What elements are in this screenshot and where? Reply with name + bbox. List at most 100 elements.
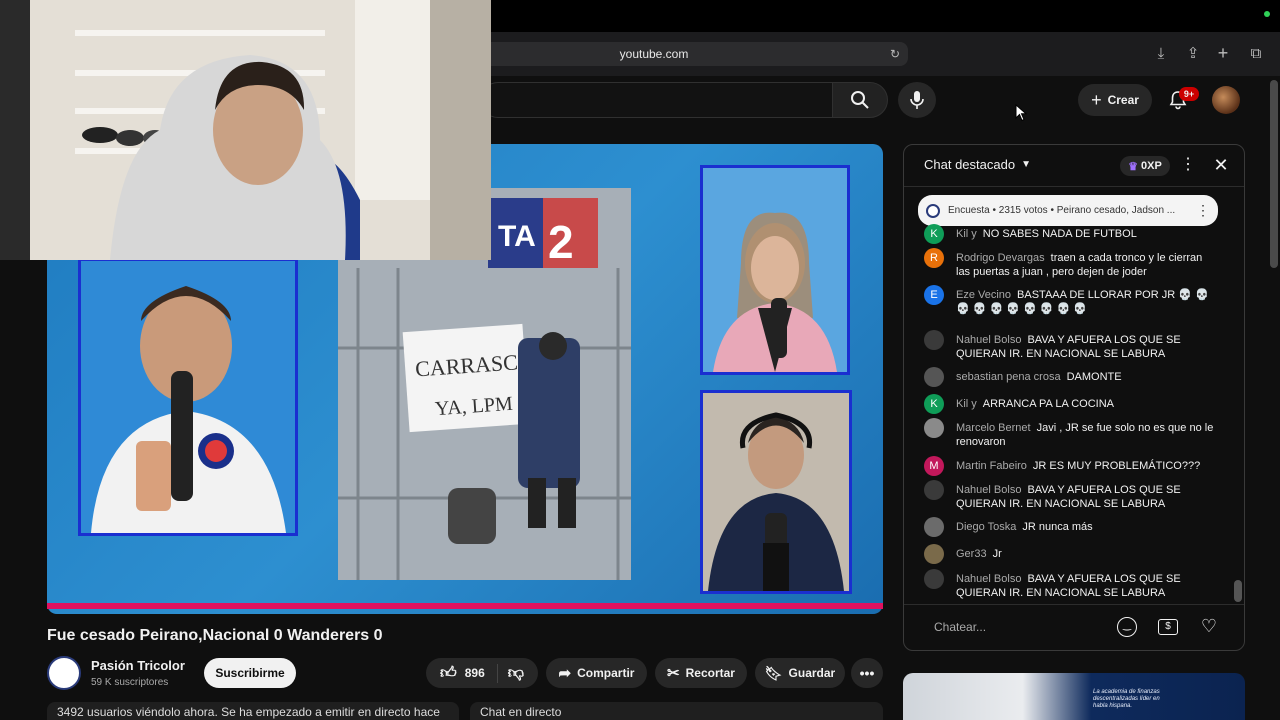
chat-message-text: NO SABES NADA DE FUTBOL bbox=[982, 228, 1137, 240]
chat-author-avatar[interactable] bbox=[924, 569, 944, 589]
chat-author-name[interactable]: sebastian pena crosa bbox=[956, 371, 1061, 383]
chat-message-body: Kil y ARRANCA PA LA COCINA bbox=[956, 394, 1114, 414]
chat-author-avatar[interactable]: M bbox=[924, 456, 944, 476]
xp-label: 0XP bbox=[1141, 160, 1162, 172]
create-button[interactable]: + Crear bbox=[1078, 84, 1152, 116]
emoji-icon[interactable]: ‿ bbox=[1117, 617, 1137, 637]
chat-menu-icon[interactable]: ⋮ bbox=[1180, 156, 1196, 176]
chat-author-name[interactable]: Ger33 bbox=[956, 548, 987, 560]
heart-icon[interactable]: ♡ bbox=[1199, 616, 1219, 636]
chat-replay-box[interactable]: Chat en directo bbox=[470, 702, 883, 720]
chat-message-body: Eze Vecino BASTAAA DE LLORAR POR JR 💀 💀 💀… bbox=[956, 285, 1214, 316]
chat-author-avatar[interactable]: K bbox=[924, 224, 944, 244]
scoreboard-number: 2 bbox=[548, 216, 574, 268]
chat-message-body: Marcelo Bernet Javi , JR se fue solo no e… bbox=[956, 418, 1214, 449]
like-button[interactable]: 👍︎ 896 bbox=[439, 663, 498, 683]
chat-author-avatar[interactable] bbox=[924, 418, 944, 438]
chat-author-avatar[interactable] bbox=[924, 330, 944, 350]
sponsored-ad[interactable]: La academia de finanzas descentralizadas… bbox=[903, 673, 1245, 720]
chat-message-text: Jr bbox=[992, 548, 1002, 560]
close-chat-icon[interactable]: ✕ bbox=[1212, 155, 1230, 175]
share-button[interactable]: ➦ Compartir bbox=[546, 658, 647, 688]
chat-author-avatar[interactable] bbox=[924, 517, 944, 537]
voice-search-button[interactable] bbox=[898, 82, 936, 118]
chat-message: Nahuel Bolso BAVA Y AFUERA LOS QUE SE QUI… bbox=[924, 480, 1214, 511]
share-label: Compartir bbox=[577, 666, 635, 680]
chat-author-name[interactable]: Diego Toska bbox=[956, 521, 1016, 533]
chat-author-avatar[interactable] bbox=[924, 480, 944, 500]
chat-author-avatar[interactable]: R bbox=[924, 248, 944, 268]
chat-author-avatar[interactable] bbox=[924, 367, 944, 387]
subscribe-button[interactable]: Suscribirme bbox=[204, 658, 296, 688]
more-actions-button[interactable]: ••• bbox=[851, 658, 883, 688]
xp-badge[interactable]: ♛ 0XP bbox=[1120, 156, 1170, 176]
chat-author-avatar[interactable]: E bbox=[924, 285, 944, 305]
mouse-cursor-icon bbox=[1015, 104, 1027, 122]
create-label: Crear bbox=[1107, 93, 1139, 107]
chat-author-name[interactable]: Marcelo Bernet bbox=[956, 422, 1031, 434]
scissors-icon: ✂ bbox=[667, 665, 680, 682]
poll-banner[interactable]: Encuesta • 2315 votos • Peirano cesado, … bbox=[918, 195, 1218, 226]
reload-icon[interactable]: ↻ bbox=[888, 47, 902, 61]
chat-message-body: Nahuel Bolso BAVA Y AFUERA LOS QUE SE QUI… bbox=[956, 330, 1214, 361]
share-arrow-icon: ➦ bbox=[558, 665, 572, 682]
streamer-webcam-overlay bbox=[0, 0, 491, 260]
chat-input-divider bbox=[904, 604, 1244, 605]
account-avatar[interactable] bbox=[1212, 86, 1240, 114]
super-chat-icon[interactable]: $ bbox=[1158, 619, 1178, 635]
chat-message-text: ARRANCA PA LA COCINA bbox=[982, 398, 1115, 410]
chat-author-name[interactable]: Martin Fabeiro bbox=[956, 460, 1027, 472]
chat-author-name[interactable]: Kil y bbox=[956, 228, 977, 240]
save-button[interactable]: 🔖︎ Guardar bbox=[755, 658, 845, 688]
chat-author-name[interactable]: Nahuel Bolso bbox=[956, 573, 1021, 585]
poll-avatar bbox=[926, 203, 940, 218]
chat-author-name[interactable]: Nahuel Bolso bbox=[956, 484, 1021, 496]
clip-button[interactable]: ✂ Recortar bbox=[655, 658, 747, 688]
chat-message: K Kil y ARRANCA PA LA COCINA bbox=[924, 394, 1214, 414]
description-box[interactable]: 3492 usuarios viéndolo ahora. Se ha empe… bbox=[47, 702, 459, 720]
plus-icon: + bbox=[1091, 90, 1102, 110]
poll-menu-icon[interactable]: ⋮ bbox=[1196, 202, 1210, 219]
more-horizontal-icon: ••• bbox=[859, 665, 875, 681]
chat-author-name[interactable]: Rodrigo Devargas bbox=[956, 252, 1045, 264]
subscriber-count: 59 K suscriptores bbox=[91, 677, 169, 688]
like-dislike-group: 👍︎ 896 👎︎ bbox=[426, 658, 538, 688]
new-tab-icon[interactable]: + bbox=[1214, 44, 1232, 62]
chat-message-body: Diego Toska JR nunca más bbox=[956, 517, 1093, 537]
tabs-overview-icon[interactable]: ⧉ bbox=[1247, 45, 1265, 63]
video-panel-host-top-right bbox=[700, 165, 850, 375]
chat-author-avatar[interactable] bbox=[924, 544, 944, 564]
video-panel-host-left bbox=[78, 258, 298, 536]
ad-text: La academia de finanzas descentralizadas… bbox=[1093, 689, 1160, 709]
notification-badge: 9+ bbox=[1179, 87, 1199, 101]
chat-author-avatar[interactable]: K bbox=[924, 394, 944, 414]
chat-message: Diego Toska JR nunca más bbox=[924, 517, 1214, 537]
chat-author-name[interactable]: Kil y bbox=[956, 398, 977, 410]
chat-message-body: Rodrigo Devargas traen a cada tronco y le… bbox=[956, 248, 1214, 279]
search-button[interactable] bbox=[832, 82, 888, 118]
chat-input[interactable]: Chatear... bbox=[934, 620, 986, 634]
chat-scrollbar[interactable] bbox=[1234, 580, 1242, 602]
thumbs-up-icon: 👍︎ bbox=[439, 664, 457, 682]
chat-message-body: Ger33 Jr bbox=[956, 544, 1002, 564]
chat-message: M Martin Fabeiro JR ES MUY PROBLEMÁTICO??? bbox=[924, 456, 1214, 476]
search-input[interactable] bbox=[480, 82, 832, 118]
video-progress-bar[interactable] bbox=[47, 603, 883, 609]
chat-message: E Eze Vecino BASTAAA DE LLORAR POR JR 💀 💀 … bbox=[924, 285, 1214, 316]
page-scrollbar[interactable] bbox=[1270, 80, 1278, 268]
dislike-button[interactable]: 👎︎ bbox=[504, 664, 524, 683]
chat-message-body: Nahuel Bolso BAVA Y AFUERA LOS QUE SE QUI… bbox=[956, 480, 1214, 511]
chat-message: R Rodrigo Devargas traen a cada tronco y l… bbox=[924, 248, 1214, 279]
download-icon[interactable]: ⤓ bbox=[1152, 45, 1170, 63]
chat-message: K Kil y NO SABES NADA DE FUTBOL bbox=[924, 224, 1214, 244]
channel-avatar[interactable] bbox=[47, 656, 81, 690]
thumbs-down-icon: 👎︎ bbox=[507, 664, 524, 682]
chat-author-name[interactable]: Eze Vecino bbox=[956, 289, 1011, 301]
chat-message-text: JR nunca más bbox=[1022, 521, 1093, 533]
share-icon[interactable]: ⇪ bbox=[1184, 45, 1202, 63]
search-icon bbox=[851, 91, 869, 109]
chat-mode-dropdown[interactable]: Chat destacado ▼ bbox=[924, 157, 1031, 172]
chat-author-name[interactable]: Nahuel Bolso bbox=[956, 334, 1021, 346]
chat-message-text: JR ES MUY PROBLEMÁTICO??? bbox=[1032, 460, 1201, 472]
channel-name[interactable]: Pasión Tricolor bbox=[91, 658, 185, 673]
